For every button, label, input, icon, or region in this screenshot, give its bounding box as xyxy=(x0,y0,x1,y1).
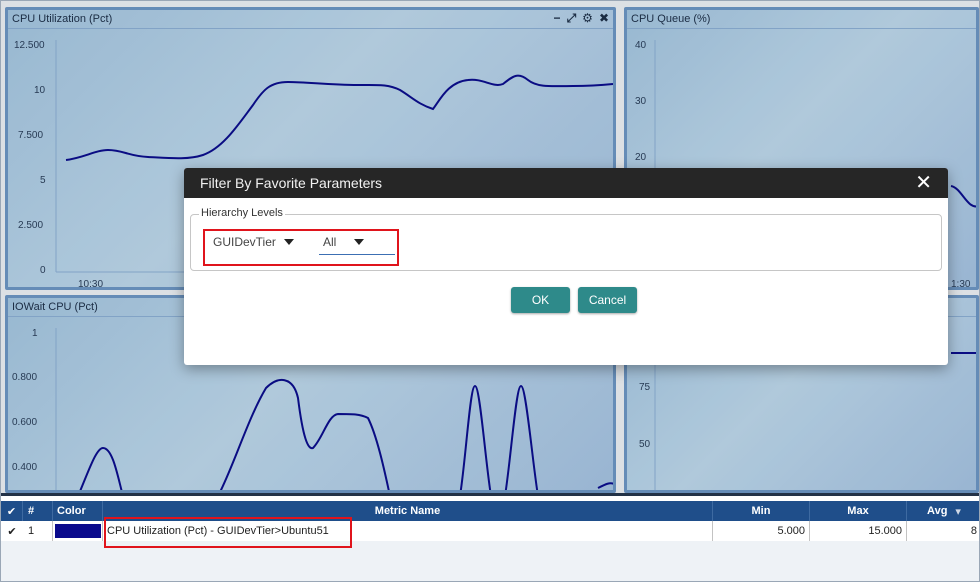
avg-column-label: Avg xyxy=(927,505,948,517)
row-max: 15.000 xyxy=(810,521,907,541)
dialog-header: Filter By Favorite Parameters ✕ xyxy=(184,168,948,198)
min-column-header[interactable]: Min xyxy=(713,501,810,521)
row-color-cell[interactable] xyxy=(53,521,103,541)
dialog-title: Filter By Favorite Parameters xyxy=(200,175,383,191)
color-swatch[interactable] xyxy=(55,524,101,538)
row-min: 5.000 xyxy=(713,521,810,541)
cancel-button[interactable]: Cancel xyxy=(578,287,637,313)
check-column-header[interactable]: ✔ xyxy=(1,501,23,521)
dashboard-app: CPU Utilization (Pct) − ⤢ ⚙ ✖ 12.500 10 … xyxy=(0,0,980,582)
highlight-box xyxy=(203,229,399,266)
row-index: 1 xyxy=(23,521,53,541)
filter-dialog: Filter By Favorite Parameters ✕ Hierarch… xyxy=(184,168,948,365)
row-avg: 8 xyxy=(970,525,977,537)
max-column-header[interactable]: Max xyxy=(810,501,907,521)
color-column-header[interactable]: Color xyxy=(53,501,103,521)
index-column-header[interactable]: # xyxy=(23,501,53,521)
sort-caret-icon[interactable]: ▾ xyxy=(955,505,961,518)
avg-column-header[interactable]: Avg ▾ xyxy=(907,501,979,521)
fieldset-legend: Hierarchy Levels xyxy=(199,207,285,219)
row-check-icon[interactable]: ✔ xyxy=(1,521,23,541)
highlight-box xyxy=(104,517,352,548)
close-icon[interactable]: ✕ xyxy=(915,173,932,193)
ok-button[interactable]: OK xyxy=(511,287,570,313)
